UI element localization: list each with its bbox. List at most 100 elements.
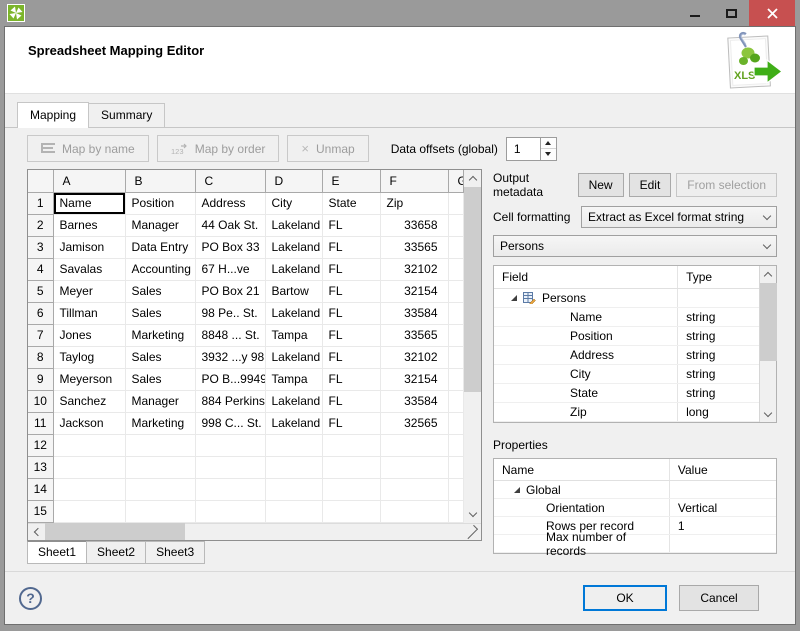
grid-cell-c10[interactable]: 884 Perkins xyxy=(195,390,265,412)
scroll-up-button[interactable] xyxy=(464,170,481,187)
grid-vertical-scrollbar[interactable] xyxy=(464,170,481,523)
grid-col-header-f[interactable]: F xyxy=(380,170,448,192)
grid-cell-d4[interactable]: Lakeland xyxy=(265,258,322,280)
grid-cell-b1[interactable]: Position xyxy=(125,192,195,214)
grid-cell-d2[interactable]: Lakeland xyxy=(265,214,322,236)
grid-cell-a4[interactable]: Savalas xyxy=(53,258,125,280)
grid-cell-c7[interactable]: 8848 ... St. xyxy=(195,324,265,346)
grid-cell-b11[interactable]: Marketing xyxy=(125,412,195,434)
grid-cell-c14[interactable] xyxy=(195,478,265,500)
value-column-header[interactable]: Value xyxy=(670,463,776,477)
scroll-down-button[interactable] xyxy=(760,405,777,422)
sheet-tab-sheet3[interactable]: Sheet3 xyxy=(145,541,205,564)
grid-cell-d10[interactable]: Lakeland xyxy=(265,390,322,412)
new-button[interactable]: New xyxy=(578,173,624,197)
grid-cell-b12[interactable] xyxy=(125,434,195,456)
grid-cell-a7[interactable]: Jones xyxy=(53,324,125,346)
grid-cell-g2[interactable] xyxy=(448,214,464,236)
metadata-select[interactable]: Persons xyxy=(493,235,777,257)
grid-col-header-b[interactable]: B xyxy=(125,170,195,192)
grid-cell-a14[interactable] xyxy=(53,478,125,500)
grid-cell-e14[interactable] xyxy=(322,478,380,500)
grid-cell-c12[interactable] xyxy=(195,434,265,456)
grid-cell-a3[interactable]: Jamison xyxy=(53,236,125,258)
grid-cell-g6[interactable] xyxy=(448,302,464,324)
grid-row-header-12[interactable]: 12 xyxy=(28,434,53,456)
grid-cell-e12[interactable] xyxy=(322,434,380,456)
scroll-down-button[interactable] xyxy=(464,506,481,523)
grid-row-header-10[interactable]: 10 xyxy=(28,390,53,412)
grid-cell-f4[interactable]: 32102 xyxy=(380,258,448,280)
grid-cell-c9[interactable]: PO B...9949 xyxy=(195,368,265,390)
grid-cell-d3[interactable]: Lakeland xyxy=(265,236,322,258)
grid-cell-c3[interactable]: PO Box 33 xyxy=(195,236,265,258)
cancel-button[interactable]: Cancel xyxy=(679,585,759,611)
grid-cell-c11[interactable]: 998 C... St. xyxy=(195,412,265,434)
name-column-header[interactable]: Name xyxy=(494,459,670,480)
field-row-position[interactable]: Positionstring xyxy=(494,327,759,346)
data-offsets-input[interactable] xyxy=(506,137,540,161)
grid-col-header-d[interactable]: D xyxy=(265,170,322,192)
titlebar[interactable] xyxy=(0,0,800,26)
vertical-scroll-thumb[interactable] xyxy=(464,187,481,392)
grid-cell-f12[interactable] xyxy=(380,434,448,456)
grid-cell-g5[interactable] xyxy=(448,280,464,302)
grid-row-header-14[interactable]: 14 xyxy=(28,478,53,500)
grid-cell-b6[interactable]: Sales xyxy=(125,302,195,324)
grid-cell-b9[interactable]: Sales xyxy=(125,368,195,390)
grid-cell-g14[interactable] xyxy=(448,478,464,500)
tab-mapping[interactable]: Mapping xyxy=(17,102,89,128)
grid-corner[interactable] xyxy=(28,170,53,192)
grid-cell-b4[interactable]: Accounting xyxy=(125,258,195,280)
grid-cell-c15[interactable] xyxy=(195,500,265,522)
metadata-root-row[interactable]: Persons xyxy=(494,289,759,308)
property-row-max-number-of-records[interactable]: Max number of records xyxy=(494,535,776,553)
field-row-zip[interactable]: Ziplong xyxy=(494,403,759,422)
grid-row-header-9[interactable]: 9 xyxy=(28,368,53,390)
properties-root-row[interactable]: Global xyxy=(494,481,776,499)
help-button[interactable]: ? xyxy=(19,587,42,610)
grid-cell-b13[interactable] xyxy=(125,456,195,478)
grid-row-header-5[interactable]: 5 xyxy=(28,280,53,302)
grid-row-header-15[interactable]: 15 xyxy=(28,500,53,522)
grid-cell-e4[interactable]: FL xyxy=(322,258,380,280)
grid-cell-d5[interactable]: Bartow xyxy=(265,280,322,302)
grid-cell-g15[interactable] xyxy=(448,500,464,522)
vertical-scroll-thumb[interactable] xyxy=(760,283,777,361)
grid-cell-g8[interactable] xyxy=(448,346,464,368)
grid-cell-e6[interactable]: FL xyxy=(322,302,380,324)
grid-col-header-c[interactable]: C xyxy=(195,170,265,192)
grid-cell-d13[interactable] xyxy=(265,456,322,478)
sheet-tab-sheet2[interactable]: Sheet2 xyxy=(86,541,146,564)
map-by-order-button[interactable]: 123 Map by order xyxy=(157,135,280,162)
grid-cell-g1[interactable] xyxy=(448,192,464,214)
horizontal-scroll-thumb[interactable] xyxy=(45,523,185,540)
grid-cell-b14[interactable] xyxy=(125,478,195,500)
grid-row-header-8[interactable]: 8 xyxy=(28,346,53,368)
grid-cell-a2[interactable]: Barnes xyxy=(53,214,125,236)
grid-cell-a13[interactable] xyxy=(53,456,125,478)
grid-cell-e13[interactable] xyxy=(322,456,380,478)
grid-cell-e10[interactable]: FL xyxy=(322,390,380,412)
grid-cell-e5[interactable]: FL xyxy=(322,280,380,302)
grid-cell-b15[interactable] xyxy=(125,500,195,522)
grid-cell-g11[interactable] xyxy=(448,412,464,434)
grid-cell-a10[interactable]: Sanchez xyxy=(53,390,125,412)
property-row-orientation[interactable]: OrientationVertical xyxy=(494,499,776,517)
tab-summary[interactable]: Summary xyxy=(88,103,165,127)
grid-row-header-1[interactable]: 1 xyxy=(28,192,53,214)
scroll-up-button[interactable] xyxy=(760,266,777,283)
grid-cell-a9[interactable]: Meyerson xyxy=(53,368,125,390)
grid-cell-a1[interactable]: Name xyxy=(53,192,125,214)
grid-cell-b10[interactable]: Manager xyxy=(125,390,195,412)
field-table-scrollbar[interactable] xyxy=(759,266,776,422)
grid-cell-c1[interactable]: Address xyxy=(195,192,265,214)
grid-cell-a8[interactable]: Taylog xyxy=(53,346,125,368)
grid-cell-d8[interactable]: Lakeland xyxy=(265,346,322,368)
grid-cell-f15[interactable] xyxy=(380,500,448,522)
scroll-left-button[interactable] xyxy=(28,523,45,540)
grid-cell-g13[interactable] xyxy=(448,456,464,478)
grid-cell-a6[interactable]: Tillman xyxy=(53,302,125,324)
grid-cell-d14[interactable] xyxy=(265,478,322,500)
grid-cell-b7[interactable]: Marketing xyxy=(125,324,195,346)
